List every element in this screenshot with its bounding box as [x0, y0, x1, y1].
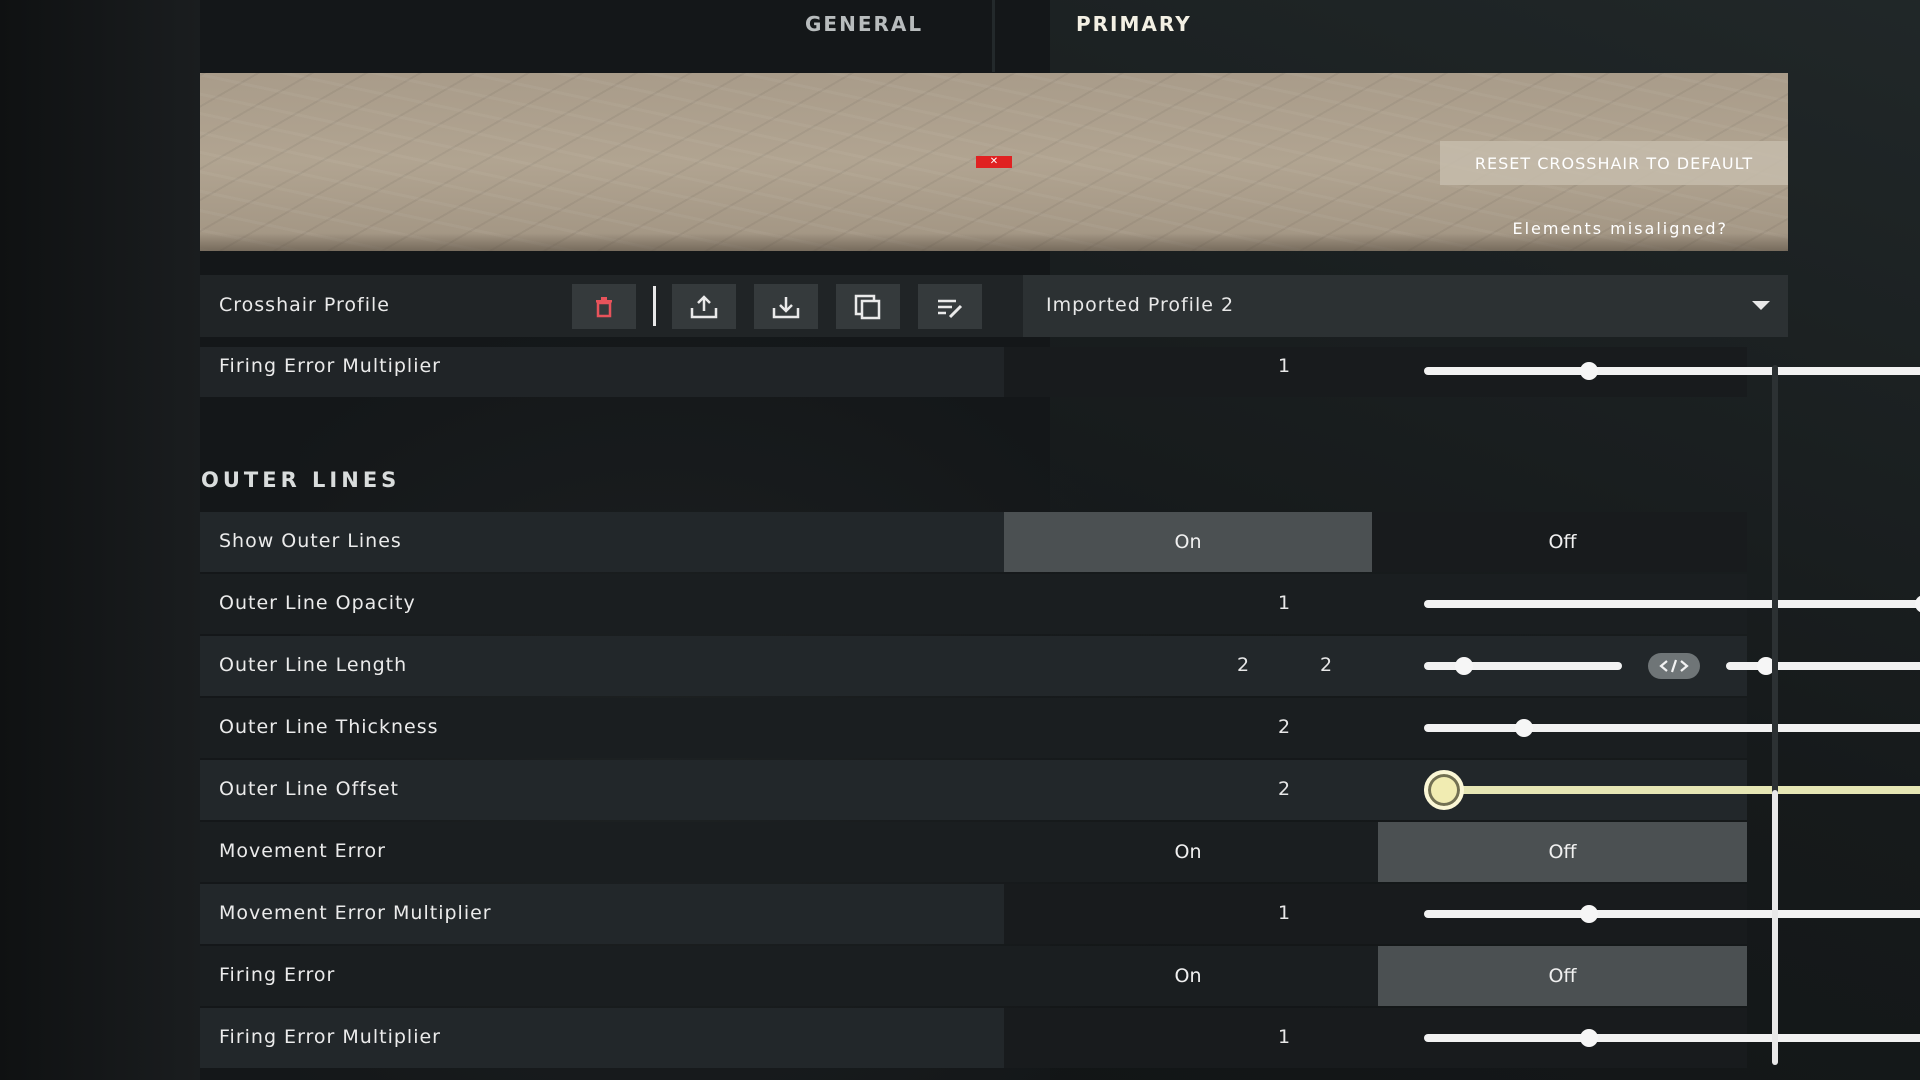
- row-label: Outer Line Length: [219, 654, 408, 676]
- slider-knob[interactable]: [1424, 770, 1464, 810]
- row-label: Movement Error Multiplier: [219, 902, 492, 924]
- row-firing-error-multiplier: Firing Error Multiplier 1: [200, 1008, 1920, 1068]
- row-outer-line-offset: Outer Line Offset 2: [200, 760, 1920, 820]
- outer-line-length-left-slider[interactable]: [1424, 657, 1622, 675]
- toolbar-separator: [653, 286, 656, 326]
- section-title-outer-lines: OUTER LINES: [201, 468, 401, 492]
- row-value: 1: [1278, 1026, 1291, 1048]
- import-profile-button[interactable]: [754, 284, 818, 329]
- crosshair-preview: ✕ RESET CROSSHAIR TO DEFAULT Elements mi…: [200, 73, 1788, 251]
- row-show-outer-lines: Show Outer Lines On Off: [200, 512, 1747, 572]
- background-left: [0, 0, 200, 1080]
- chevron-down-icon: [1752, 301, 1770, 310]
- outer-line-length-right-slider[interactable]: [1726, 657, 1920, 675]
- profile-label: Crosshair Profile: [219, 294, 390, 316]
- row-label: Firing Error Multiplier: [219, 355, 441, 377]
- scrollbar-thumb[interactable]: [1772, 790, 1778, 1065]
- row-firing-error: Firing Error On Off: [200, 946, 1747, 1006]
- row-movement-error-multiplier: Movement Error Multiplier 1: [200, 884, 1920, 944]
- tab-primary[interactable]: PRIMARY: [1076, 12, 1192, 36]
- link-code-icon[interactable]: [1648, 653, 1700, 679]
- row-label: Outer Line Thickness: [219, 716, 439, 738]
- row-outer-line-opacity: Outer Line Opacity 1: [200, 574, 1920, 634]
- row-label: Show Outer Lines: [219, 530, 402, 552]
- copy-icon: [854, 294, 881, 319]
- top-tabs: GENERAL PRIMARY: [0, 0, 1920, 72]
- profile-dropdown[interactable]: Imported Profile 2: [1023, 275, 1788, 337]
- firing-error-on-button[interactable]: On: [1004, 946, 1372, 1006]
- show-outer-lines-off-button[interactable]: Off: [1378, 512, 1747, 572]
- slider-knob[interactable]: [1580, 905, 1598, 923]
- crosshair-profile-bar: Crosshair Profile Imported Profile 2: [200, 275, 1788, 337]
- row-movement-error: Movement Error On Off: [200, 822, 1747, 882]
- rename-profile-button[interactable]: [918, 284, 982, 329]
- row-value-right: 2: [1320, 654, 1333, 676]
- edit-icon: [938, 299, 963, 318]
- row-value-left: 2: [1237, 654, 1250, 676]
- code-link-glyph: [1659, 659, 1689, 673]
- row-outer-line-length: Outer Line Length 2 2: [200, 636, 1920, 696]
- copy-profile-button[interactable]: [836, 284, 900, 329]
- import-icon: [772, 296, 800, 318]
- share-icon: [690, 294, 718, 318]
- outer-line-thickness-slider[interactable]: [1424, 719, 1920, 737]
- profile-selected-value: Imported Profile 2: [1046, 294, 1235, 316]
- row-value: 1: [1278, 902, 1291, 924]
- row-label: Firing Error: [219, 964, 336, 986]
- movement-error-off-button[interactable]: Off: [1378, 822, 1747, 882]
- delete-profile-button[interactable]: [572, 284, 636, 329]
- slider-knob[interactable]: [1580, 1029, 1598, 1047]
- movement-error-multiplier-slider[interactable]: [1424, 905, 1920, 923]
- row-value: 2: [1278, 778, 1291, 800]
- row-value: 1: [1278, 355, 1291, 377]
- show-outer-lines-on-button[interactable]: On: [1004, 512, 1372, 572]
- slider-knob[interactable]: [1515, 719, 1533, 737]
- row-firing-error-multiplier-top: Firing Error Multiplier 1: [200, 347, 1920, 397]
- share-profile-button[interactable]: [672, 284, 736, 329]
- row-value: 1: [1278, 592, 1291, 614]
- outer-line-offset-slider[interactable]: [1424, 770, 1920, 810]
- row-label: Outer Line Offset: [219, 778, 399, 800]
- elements-misaligned-link[interactable]: Elements misaligned?: [1512, 219, 1728, 238]
- row-outer-line-thickness: Outer Line Thickness 2: [200, 698, 1920, 758]
- row-value: 2: [1278, 716, 1291, 738]
- slider-knob[interactable]: [1580, 362, 1598, 380]
- tab-general[interactable]: GENERAL: [805, 12, 923, 36]
- reset-crosshair-button[interactable]: RESET CROSSHAIR TO DEFAULT: [1440, 141, 1788, 185]
- firing-error-off-button[interactable]: Off: [1378, 946, 1747, 1006]
- firing-error-multiplier-slider[interactable]: [1424, 362, 1920, 380]
- outer-line-opacity-slider[interactable]: [1424, 595, 1920, 613]
- movement-error-on-button[interactable]: On: [1004, 822, 1372, 882]
- slider-knob[interactable]: [1915, 595, 1920, 613]
- tab-divider: [992, 0, 995, 72]
- row-label: Movement Error: [219, 840, 386, 862]
- slider-knob[interactable]: [1454, 657, 1473, 675]
- row-label: Firing Error Multiplier: [219, 1026, 441, 1048]
- row-label: Outer Line Opacity: [219, 592, 416, 614]
- crosshair-marker-icon: ✕: [976, 156, 1012, 168]
- firing-error-multiplier-slider[interactable]: [1424, 1029, 1920, 1047]
- trash-icon: [596, 296, 612, 317]
